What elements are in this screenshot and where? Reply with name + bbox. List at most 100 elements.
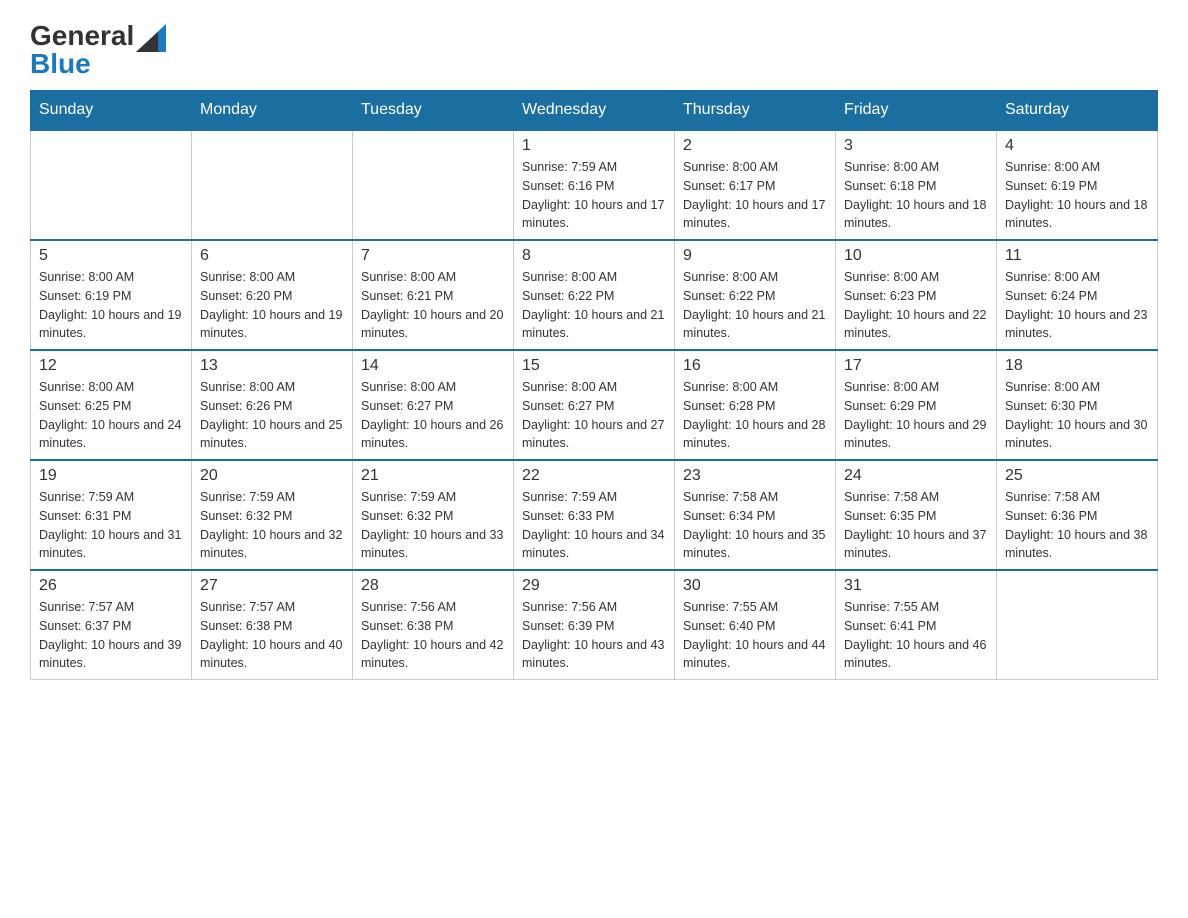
day-of-week-header: Wednesday bbox=[514, 91, 675, 131]
calendar-cell: 22Sunrise: 7:59 AMSunset: 6:33 PMDayligh… bbox=[514, 460, 675, 570]
calendar-cell: 5 Sunrise: 8:00 AMSunset: 6:19 PMDaylight… bbox=[31, 240, 192, 350]
day-number: 31 bbox=[844, 577, 988, 595]
logo-text-blue: Blue bbox=[30, 48, 91, 80]
sun-info: Sunrise: 7:56 AMSunset: 6:38 PMDaylight:… bbox=[361, 598, 505, 673]
sun-info: Sunrise: 7:58 AMSunset: 6:36 PMDaylight:… bbox=[1005, 488, 1149, 563]
calendar-cell: 29 Sunrise: 7:56 AMSunset: 6:39 PMDayligh… bbox=[514, 570, 675, 680]
sun-info: Sunrise: 8:00 AMSunset: 6:22 PMDaylight:… bbox=[683, 268, 827, 343]
day-number: 29 bbox=[522, 577, 666, 595]
calendar-cell bbox=[997, 570, 1158, 680]
day-of-week-header: Sunday bbox=[31, 91, 192, 131]
day-number: 5 bbox=[39, 247, 183, 265]
sun-info: Sunrise: 8:00 AMSunset: 6:26 PMDaylight:… bbox=[200, 378, 344, 453]
sun-info: Sunrise: 7:56 AMSunset: 6:39 PMDaylight:… bbox=[522, 598, 666, 673]
page-header: General Blue bbox=[30, 20, 1158, 80]
sun-info: Sunrise: 8:00 AMSunset: 6:28 PMDaylight:… bbox=[683, 378, 827, 453]
calendar-cell: 1 Sunrise: 7:59 AMSunset: 6:16 PMDaylight… bbox=[514, 130, 675, 240]
sun-info: Sunrise: 8:00 AMSunset: 6:18 PMDaylight:… bbox=[844, 158, 988, 233]
day-number: 3 bbox=[844, 137, 988, 155]
calendar-cell: 18Sunrise: 8:00 AMSunset: 6:30 PMDayligh… bbox=[997, 350, 1158, 460]
sun-info: Sunrise: 8:00 AMSunset: 6:24 PMDaylight:… bbox=[1005, 268, 1149, 343]
sun-info: Sunrise: 7:57 AMSunset: 6:37 PMDaylight:… bbox=[39, 598, 183, 673]
day-number: 15 bbox=[522, 357, 666, 375]
calendar-week-row: 5 Sunrise: 8:00 AMSunset: 6:19 PMDaylight… bbox=[31, 240, 1158, 350]
day-number: 16 bbox=[683, 357, 827, 375]
calendar-cell: 21 Sunrise: 7:59 AMSunset: 6:32 PMDayligh… bbox=[353, 460, 514, 570]
day-of-week-header: Monday bbox=[192, 91, 353, 131]
day-number: 27 bbox=[200, 577, 344, 595]
sun-info: Sunrise: 7:57 AMSunset: 6:38 PMDaylight:… bbox=[200, 598, 344, 673]
calendar-cell: 12 Sunrise: 8:00 AMSunset: 6:25 PMDayligh… bbox=[31, 350, 192, 460]
day-of-week-header: Friday bbox=[836, 91, 997, 131]
calendar-cell: 26 Sunrise: 7:57 AMSunset: 6:37 PMDayligh… bbox=[31, 570, 192, 680]
day-number: 1 bbox=[522, 137, 666, 155]
day-number: 17 bbox=[844, 357, 988, 375]
calendar-table: SundayMondayTuesdayWednesdayThursdayFrid… bbox=[30, 90, 1158, 680]
calendar-cell: 30 Sunrise: 7:55 AMSunset: 6:40 PMDayligh… bbox=[675, 570, 836, 680]
sun-info: Sunrise: 7:58 AMSunset: 6:34 PMDaylight:… bbox=[683, 488, 827, 563]
day-number: 6 bbox=[200, 247, 344, 265]
calendar-cell: 7Sunrise: 8:00 AMSunset: 6:21 PMDaylight… bbox=[353, 240, 514, 350]
sun-info: Sunrise: 8:00 AMSunset: 6:27 PMDaylight:… bbox=[361, 378, 505, 453]
calendar-week-row: 12 Sunrise: 8:00 AMSunset: 6:25 PMDayligh… bbox=[31, 350, 1158, 460]
calendar-cell: 27 Sunrise: 7:57 AMSunset: 6:38 PMDayligh… bbox=[192, 570, 353, 680]
day-number: 19 bbox=[39, 467, 183, 485]
sun-info: Sunrise: 7:55 AMSunset: 6:41 PMDaylight:… bbox=[844, 598, 988, 673]
calendar-week-row: 19 Sunrise: 7:59 AMSunset: 6:31 PMDayligh… bbox=[31, 460, 1158, 570]
calendar-cell: 24 Sunrise: 7:58 AMSunset: 6:35 PMDayligh… bbox=[836, 460, 997, 570]
day-number: 7 bbox=[361, 247, 505, 265]
calendar-cell: 2 Sunrise: 8:00 AMSunset: 6:17 PMDaylight… bbox=[675, 130, 836, 240]
sun-info: Sunrise: 8:00 AMSunset: 6:25 PMDaylight:… bbox=[39, 378, 183, 453]
sun-info: Sunrise: 7:59 AMSunset: 6:32 PMDaylight:… bbox=[361, 488, 505, 563]
calendar-header-row: SundayMondayTuesdayWednesdayThursdayFrid… bbox=[31, 91, 1158, 131]
day-number: 10 bbox=[844, 247, 988, 265]
calendar-week-row: 1 Sunrise: 7:59 AMSunset: 6:16 PMDaylight… bbox=[31, 130, 1158, 240]
sun-info: Sunrise: 8:00 AMSunset: 6:19 PMDaylight:… bbox=[1005, 158, 1149, 233]
sun-info: Sunrise: 7:59 AMSunset: 6:32 PMDaylight:… bbox=[200, 488, 344, 563]
calendar-cell bbox=[353, 130, 514, 240]
calendar-cell: 13 Sunrise: 8:00 AMSunset: 6:26 PMDayligh… bbox=[192, 350, 353, 460]
day-number: 13 bbox=[200, 357, 344, 375]
day-of-week-header: Saturday bbox=[997, 91, 1158, 131]
sun-info: Sunrise: 7:58 AMSunset: 6:35 PMDaylight:… bbox=[844, 488, 988, 563]
calendar-cell: 28Sunrise: 7:56 AMSunset: 6:38 PMDayligh… bbox=[353, 570, 514, 680]
logo-icon bbox=[136, 24, 166, 52]
calendar-cell: 6 Sunrise: 8:00 AMSunset: 6:20 PMDaylight… bbox=[192, 240, 353, 350]
day-number: 26 bbox=[39, 577, 183, 595]
calendar-week-row: 26 Sunrise: 7:57 AMSunset: 6:37 PMDayligh… bbox=[31, 570, 1158, 680]
calendar-cell bbox=[192, 130, 353, 240]
calendar-cell: 15 Sunrise: 8:00 AMSunset: 6:27 PMDayligh… bbox=[514, 350, 675, 460]
sun-info: Sunrise: 8:00 AMSunset: 6:27 PMDaylight:… bbox=[522, 378, 666, 453]
day-number: 2 bbox=[683, 137, 827, 155]
calendar-cell: 14 Sunrise: 8:00 AMSunset: 6:27 PMDayligh… bbox=[353, 350, 514, 460]
sun-info: Sunrise: 7:55 AMSunset: 6:40 PMDaylight:… bbox=[683, 598, 827, 673]
day-number: 20 bbox=[200, 467, 344, 485]
day-number: 14 bbox=[361, 357, 505, 375]
calendar-cell: 16 Sunrise: 8:00 AMSunset: 6:28 PMDayligh… bbox=[675, 350, 836, 460]
day-number: 18 bbox=[1005, 357, 1149, 375]
calendar-cell: 11 Sunrise: 8:00 AMSunset: 6:24 PMDayligh… bbox=[997, 240, 1158, 350]
sun-info: Sunrise: 7:59 AMSunset: 6:16 PMDaylight:… bbox=[522, 158, 666, 233]
calendar-cell: 17 Sunrise: 8:00 AMSunset: 6:29 PMDayligh… bbox=[836, 350, 997, 460]
day-number: 24 bbox=[844, 467, 988, 485]
calendar-cell: 19 Sunrise: 7:59 AMSunset: 6:31 PMDayligh… bbox=[31, 460, 192, 570]
calendar-cell: 9Sunrise: 8:00 AMSunset: 6:22 PMDaylight… bbox=[675, 240, 836, 350]
day-number: 4 bbox=[1005, 137, 1149, 155]
sun-info: Sunrise: 8:00 AMSunset: 6:20 PMDaylight:… bbox=[200, 268, 344, 343]
sun-info: Sunrise: 8:00 AMSunset: 6:17 PMDaylight:… bbox=[683, 158, 827, 233]
day-number: 12 bbox=[39, 357, 183, 375]
day-number: 11 bbox=[1005, 247, 1149, 265]
sun-info: Sunrise: 8:00 AMSunset: 6:23 PMDaylight:… bbox=[844, 268, 988, 343]
sun-info: Sunrise: 8:00 AMSunset: 6:29 PMDaylight:… bbox=[844, 378, 988, 453]
sun-info: Sunrise: 7:59 AMSunset: 6:31 PMDaylight:… bbox=[39, 488, 183, 563]
calendar-cell: 25Sunrise: 7:58 AMSunset: 6:36 PMDayligh… bbox=[997, 460, 1158, 570]
calendar-cell bbox=[31, 130, 192, 240]
day-number: 23 bbox=[683, 467, 827, 485]
logo: General Blue bbox=[30, 20, 166, 80]
sun-info: Sunrise: 8:00 AMSunset: 6:19 PMDaylight:… bbox=[39, 268, 183, 343]
calendar-cell: 3 Sunrise: 8:00 AMSunset: 6:18 PMDaylight… bbox=[836, 130, 997, 240]
day-number: 21 bbox=[361, 467, 505, 485]
day-number: 30 bbox=[683, 577, 827, 595]
calendar-cell: 20 Sunrise: 7:59 AMSunset: 6:32 PMDayligh… bbox=[192, 460, 353, 570]
calendar-cell: 23 Sunrise: 7:58 AMSunset: 6:34 PMDayligh… bbox=[675, 460, 836, 570]
